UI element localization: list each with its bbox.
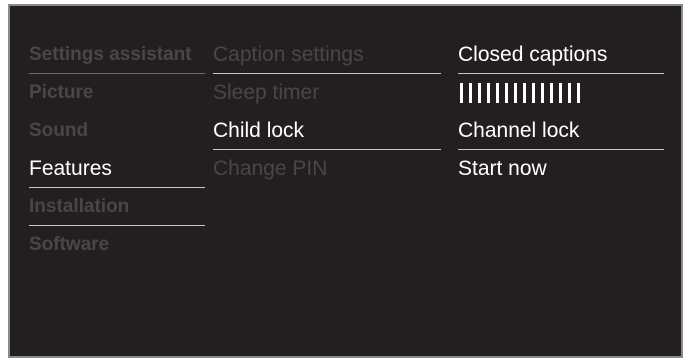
slider-tick [505, 83, 508, 103]
slider-tick [541, 83, 544, 103]
submenu-item-sleep-timer[interactable]: Sleep timer [213, 74, 441, 112]
menu-item-sound[interactable]: Sound [29, 112, 205, 150]
submenu-item-child-lock[interactable]: Child lock [213, 112, 441, 150]
slider-tick [532, 83, 535, 103]
submenu-item-channel-lock[interactable]: Channel lock [458, 112, 664, 150]
slider-tick [514, 83, 517, 103]
menu-item-software[interactable]: Software [29, 226, 205, 264]
slider-tick [550, 83, 553, 103]
submenu-item-start-now[interactable]: Start now [458, 150, 664, 188]
submenu-item-closed-captions[interactable]: Closed captions [458, 36, 664, 74]
slider-tick [523, 83, 526, 103]
tv-settings-screen: Settings assistant Picture Sound Feature… [8, 4, 683, 358]
slider-tick [559, 83, 562, 103]
submenu-item-caption-settings[interactable]: Caption settings [213, 36, 441, 74]
slider-tick [460, 83, 463, 103]
menu-item-picture[interactable]: Picture [29, 74, 205, 112]
slider-tick [487, 83, 490, 103]
menu-item-installation[interactable]: Installation [29, 188, 205, 226]
category-menu: Settings assistant Picture Sound Feature… [29, 36, 205, 264]
tick-slider[interactable] [458, 74, 664, 112]
slider-tick [577, 83, 580, 103]
menu-item-features[interactable]: Features [29, 150, 205, 188]
slider-tick [496, 83, 499, 103]
features-submenu: Caption settings Sleep timer Child lock … [213, 36, 441, 188]
menu-item-settings-assistant[interactable]: Settings assistant [29, 36, 205, 74]
slider-tick [478, 83, 481, 103]
child-lock-submenu: Closed captions Channel lock Start now [458, 36, 664, 188]
submenu-item-change-pin[interactable]: Change PIN [213, 150, 441, 188]
slider-tick [469, 83, 472, 103]
slider-tick [568, 83, 571, 103]
